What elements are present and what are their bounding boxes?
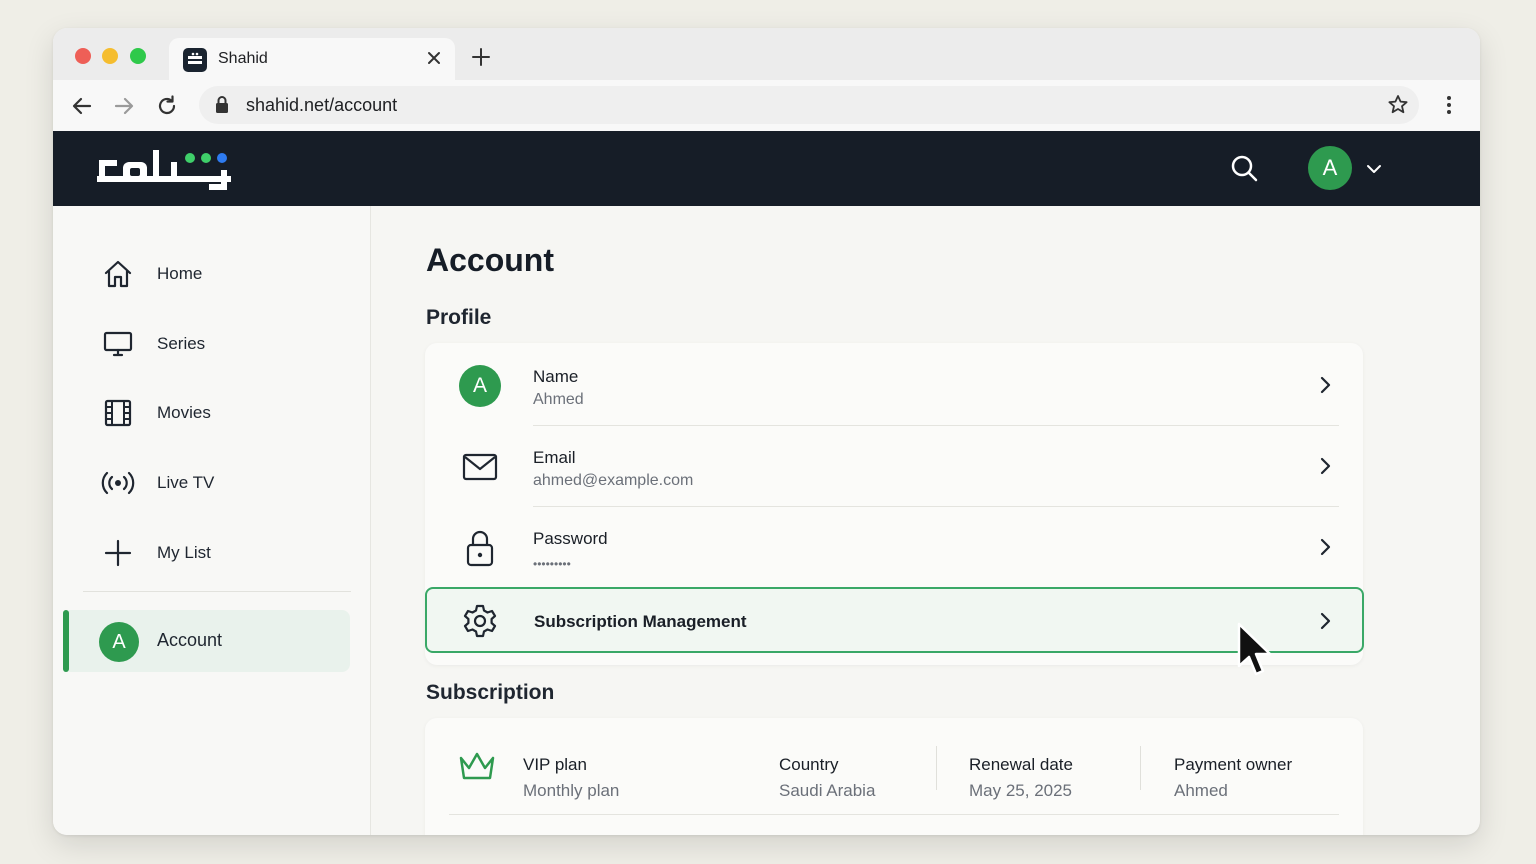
sidebar-avatar: A — [99, 622, 139, 662]
close-tab-icon[interactable] — [425, 49, 443, 67]
plan-separator — [936, 746, 937, 790]
chevron-right-icon — [1320, 612, 1331, 630]
tab-strip: Shahid — [53, 28, 1480, 80]
search-icon[interactable] — [1229, 153, 1259, 183]
row-label: Password — [533, 529, 608, 548]
row-value: ••••••••• — [533, 557, 571, 571]
bookmark-star-icon[interactable] — [1386, 93, 1410, 117]
sidebar-item-label: Movies — [157, 403, 211, 422]
padlock-icon — [459, 527, 501, 569]
subscription-card: VIP plan Monthly plan Country Saudi Arab… — [425, 718, 1363, 835]
sidebar-item-label: My List — [157, 543, 211, 562]
chevron-down-icon[interactable] — [1365, 160, 1383, 178]
back-arrow-icon[interactable] — [70, 94, 94, 118]
shahid-favicon-icon — [183, 48, 207, 72]
browser-window: Shahid shahid.net/account A Home Series … — [53, 28, 1480, 835]
browser-tab[interactable]: Shahid — [169, 38, 455, 80]
profile-row-name[interactable]: A Name Ahmed — [425, 345, 1363, 426]
row-icon-wrap: A — [459, 365, 501, 407]
plus-icon — [101, 536, 135, 570]
owner-value: Ahmed — [1174, 781, 1228, 800]
profile-row-email[interactable]: Email ahmed@example.com — [425, 426, 1363, 507]
sidebar-item-movies[interactable]: Movies — [101, 388, 351, 438]
profile-heading: Profile — [426, 306, 492, 329]
subscription-management-button[interactable]: Subscription Management — [425, 587, 1364, 653]
home-icon — [101, 257, 135, 291]
shahid-logo[interactable] — [97, 148, 231, 190]
plan-billing: Monthly plan — [523, 781, 620, 800]
gear-icon — [459, 600, 501, 642]
mail-icon — [459, 446, 501, 488]
owner-label: Payment owner — [1174, 755, 1293, 774]
site-header: A — [53, 131, 1480, 206]
sidebar-item-label: Live TV — [157, 473, 215, 492]
maximize-window-button[interactable] — [130, 48, 146, 64]
sidebar-item-series[interactable]: Series — [101, 319, 351, 369]
sidebar-item-label: Home — [157, 264, 203, 283]
monitor-icon — [101, 327, 135, 361]
plan-owner: Payment owner Ahmed — [1174, 755, 1292, 801]
row-value: Ahmed — [533, 391, 584, 408]
chevron-right-icon — [1320, 538, 1331, 556]
plan-name: VIP plan — [523, 755, 587, 774]
sidebar: Home Series Movies Live TV My List A Acc… — [53, 206, 371, 835]
tab-title: Shahid — [218, 50, 268, 67]
mouse-pointer-icon — [1237, 622, 1272, 676]
plan-renewal: Renewal date May 25, 2025 — [969, 755, 1073, 801]
sidebar-divider — [83, 591, 351, 592]
subscription-heading: Subscription — [426, 681, 555, 704]
renewal-value: May 25, 2025 — [969, 781, 1073, 800]
profile-avatar: A — [459, 365, 501, 407]
page-title: Account — [426, 242, 554, 278]
profile-row-password[interactable]: Password ••••••••• — [425, 507, 1363, 588]
sidebar-item-label: Series — [157, 334, 206, 353]
plan-separator — [1140, 746, 1141, 790]
lock-icon — [216, 96, 228, 113]
url-text: shahid.net/account — [246, 95, 398, 115]
row-label: Email — [533, 448, 576, 467]
plan-country: Country Saudi Arabia — [779, 755, 875, 801]
more-menu-icon[interactable] — [1439, 94, 1459, 116]
subscription-management-label: Subscription Management — [534, 612, 747, 631]
sidebar-item-live-tv[interactable]: Live TV — [101, 458, 351, 508]
user-avatar[interactable]: A — [1308, 146, 1352, 190]
renewal-label: Renewal date — [969, 755, 1073, 774]
active-indicator — [63, 610, 69, 672]
plan-divider — [449, 814, 1339, 815]
row-label: Name — [533, 367, 579, 386]
address-bar[interactable]: shahid.net/account — [199, 86, 1419, 124]
film-icon — [101, 396, 135, 430]
broadcast-icon — [101, 466, 135, 500]
country-value: Saudi Arabia — [779, 781, 876, 800]
chevron-right-icon — [1320, 457, 1331, 475]
plan-info: VIP plan Monthly plan — [523, 755, 619, 801]
new-tab-icon[interactable] — [471, 47, 491, 67]
sidebar-item-my-list[interactable]: My List — [101, 528, 351, 578]
country-label: Country — [779, 755, 839, 774]
crown-icon — [459, 752, 495, 780]
reload-icon[interactable] — [155, 94, 179, 118]
sidebar-item-home[interactable]: Home — [101, 249, 351, 299]
row-value: ahmed@example.com — [533, 472, 694, 489]
sidebar-item-label: Account — [157, 630, 223, 650]
chevron-right-icon — [1320, 376, 1331, 394]
forward-arrow-icon[interactable] — [112, 94, 136, 118]
browser-toolbar: shahid.net/account — [53, 80, 1480, 131]
minimize-window-button[interactable] — [102, 48, 118, 64]
close-window-button[interactable] — [75, 48, 91, 64]
